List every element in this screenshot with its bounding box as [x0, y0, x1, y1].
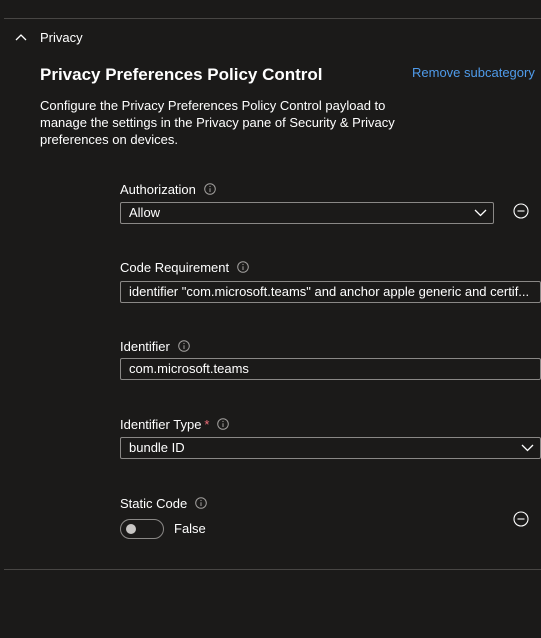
toggle-knob [126, 524, 136, 534]
identifier-input[interactable]: com.microsoft.teams [120, 358, 541, 380]
identifier-label: Identifier [120, 337, 190, 355]
remove-subcategory-link[interactable]: Remove subcategory [412, 65, 535, 80]
code-requirement-label-text: Code Requirement [120, 259, 230, 275]
remove-row-button[interactable] [513, 511, 529, 527]
chevron-up-icon[interactable] [15, 33, 27, 41]
info-icon[interactable] [195, 497, 208, 509]
info-icon[interactable] [217, 418, 230, 430]
identifier-type-label: Identifier Type * [120, 415, 230, 433]
static-code-value: False [174, 521, 206, 536]
description: Configure the Privacy Preferences Policy… [40, 98, 395, 147]
info-icon[interactable] [237, 261, 249, 273]
remove-row-button[interactable] [513, 203, 529, 219]
static-code-label: Static Code [120, 494, 208, 512]
authorization-dropdown[interactable]: Allow [120, 202, 494, 224]
section-title: Privacy [40, 29, 83, 45]
page-title: Privacy Preferences Policy Control [40, 65, 323, 84]
authorization-label-text: Authorization [120, 181, 196, 197]
identifier-type-value: bundle ID [129, 440, 185, 455]
privacy-section-header[interactable]: Privacy [15, 28, 83, 46]
static-code-label-text: Static Code [120, 495, 188, 511]
chevron-down-icon [474, 209, 487, 217]
identifier-type-dropdown[interactable]: bundle ID [120, 437, 541, 459]
identifier-label-text: Identifier [120, 338, 170, 354]
info-icon[interactable] [204, 183, 216, 195]
authorization-label: Authorization [120, 180, 216, 198]
code-requirement-label: Code Requirement [120, 258, 249, 276]
info-icon[interactable] [178, 340, 190, 352]
code-requirement-input[interactable]: identifier "com.microsoft.teams" and anc… [120, 281, 541, 303]
bottom-divider [4, 569, 541, 570]
required-marker: * [204, 416, 210, 432]
static-code-toggle[interactable] [120, 519, 164, 539]
top-divider [4, 18, 541, 19]
chevron-down-icon [521, 444, 534, 452]
identifier-type-label-text: Identifier Type [120, 416, 202, 432]
authorization-value: Allow [129, 205, 161, 220]
